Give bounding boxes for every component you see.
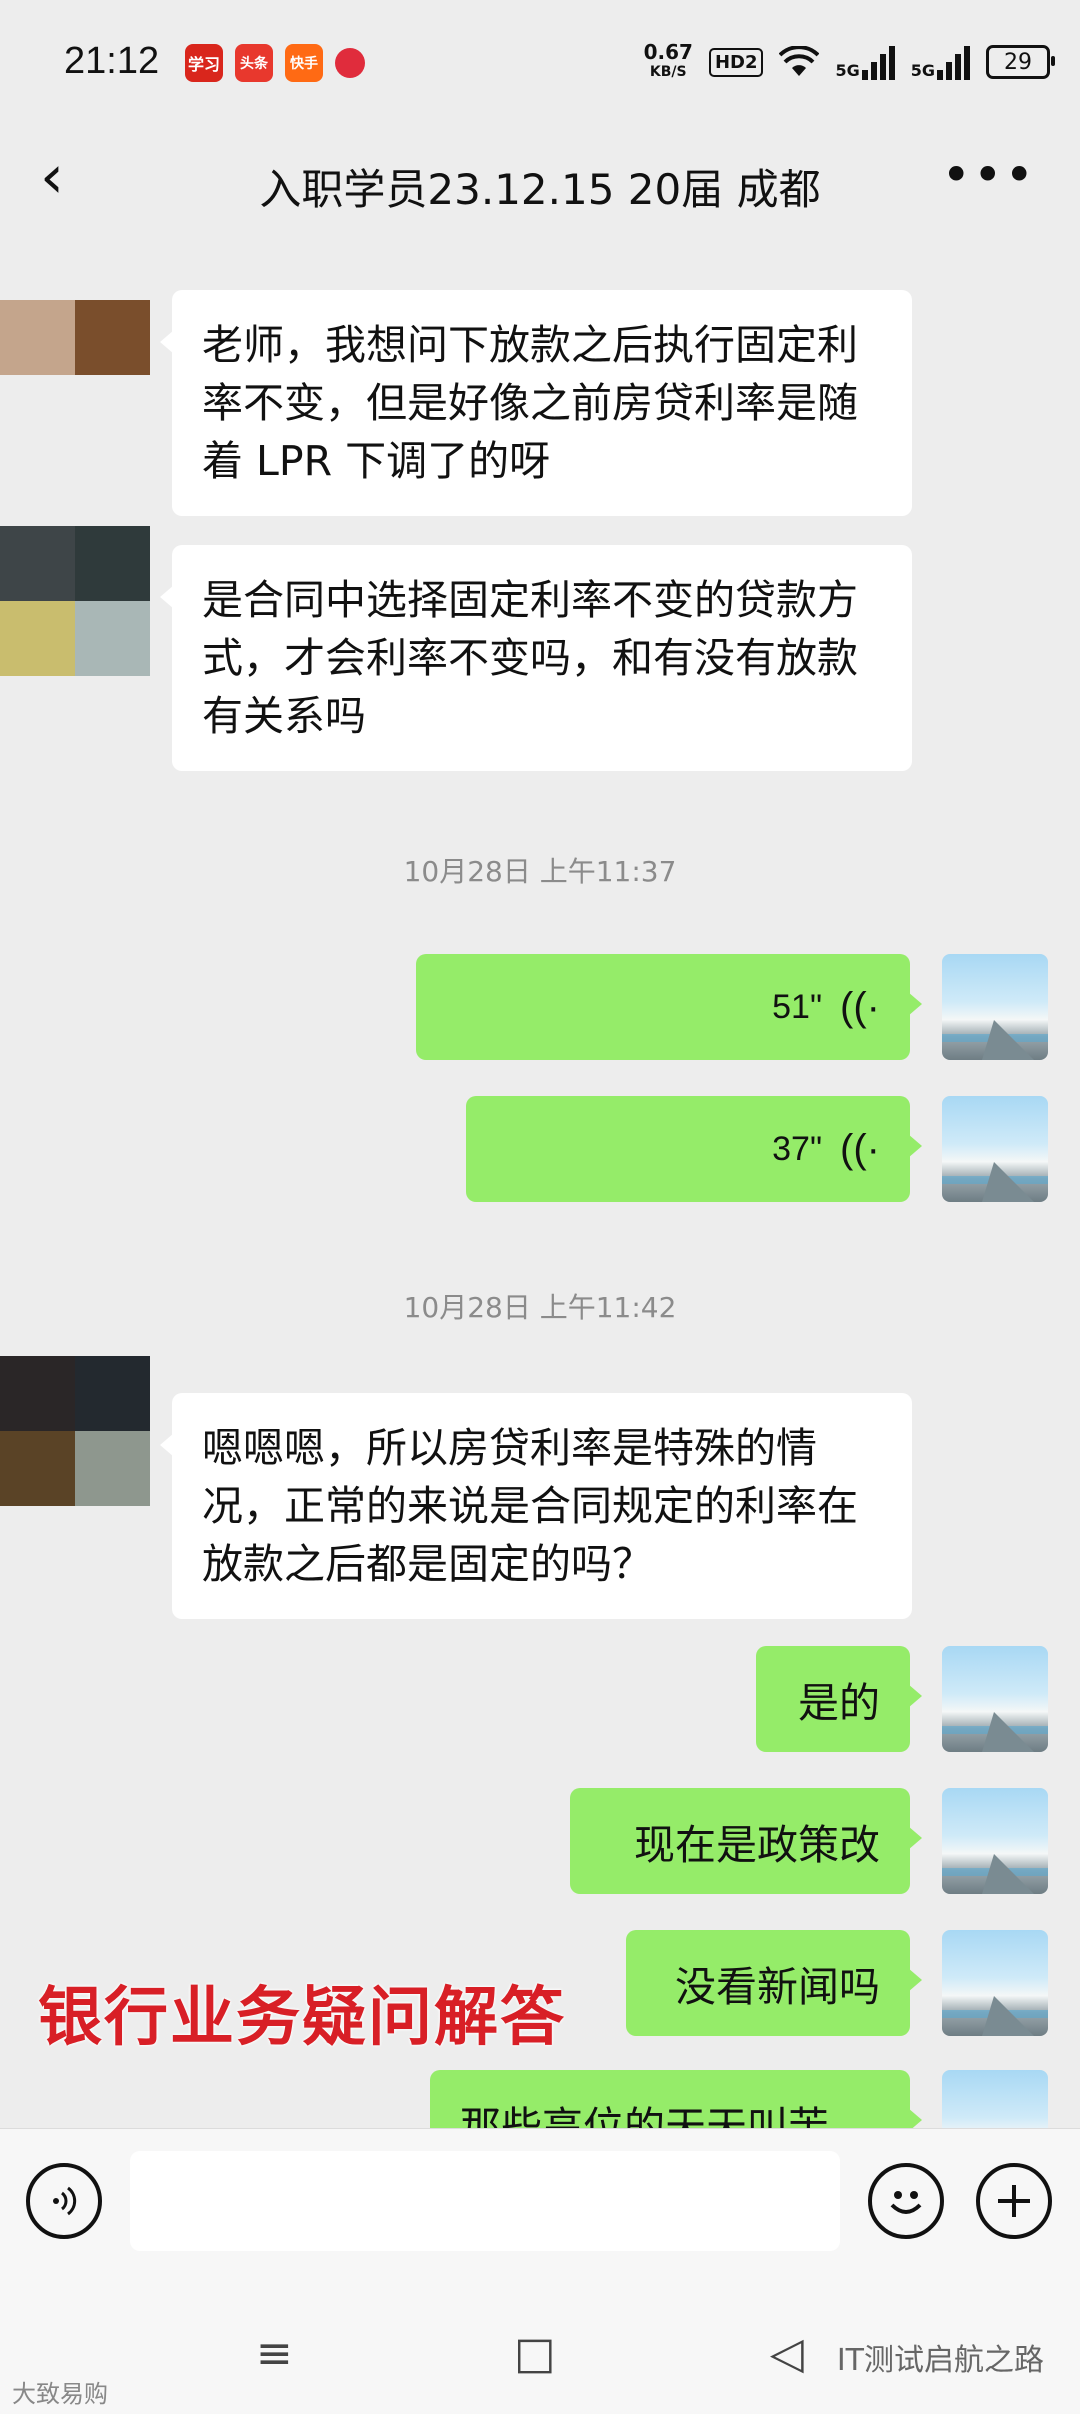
message-input[interactable] (130, 2151, 840, 2251)
avatar-self[interactable] (942, 2070, 1048, 2128)
voice-duration: 51" (772, 987, 823, 1026)
timestamp: 10月28日 上午11:37 (403, 855, 677, 888)
message-bubble-self[interactable]: 那些高位的天天叫苦 (430, 2070, 922, 2128)
network-speed: 0.67 KB/S (643, 40, 693, 80)
message-bubble-self[interactable]: 现在是政策改 (570, 1788, 922, 1894)
avatar[interactable] (0, 1356, 150, 1506)
message-bubble[interactable]: 老师，我想问下放款之后执行固定利率不变，但是好像之前房贷利率是随着 LPR 下调… (160, 290, 912, 516)
net-type-1: 5G (835, 61, 860, 80)
chat-title: 入职学员23.12.15 20届 成都 (259, 165, 821, 214)
watermark-right: IT测试启航之路 (836, 2343, 1044, 2378)
message-bubble[interactable]: 嗯嗯嗯，所以房贷利率是特殊的情况，正常的来说是合同规定的利率在放款之后都是固定的… (160, 1393, 912, 1619)
toutiao-app-icon: 头条 (235, 44, 273, 82)
voice-duration: 37" (772, 1129, 823, 1168)
clock: 21:12 (64, 40, 160, 82)
message-bubble[interactable]: 是合同中选择固定利率不变的贷款方式，才会利率不变吗，和有没有放款有关系吗 (160, 545, 912, 771)
voice-input-icon[interactable] (26, 2163, 102, 2239)
avatar-self[interactable] (942, 954, 1048, 1060)
voice-message[interactable]: 51" ((· (416, 954, 922, 1060)
kuaishou-app-icon: 快手 (285, 44, 323, 82)
avatar-self[interactable] (942, 1646, 1048, 1752)
notification-icons: 学习 头条 快手 (185, 44, 365, 82)
chat-header: ‹ 入职学员23.12.15 20届 成都 ••• (0, 130, 1080, 240)
more-options-icon[interactable]: ••• (942, 146, 1036, 204)
emoji-icon[interactable] (868, 2163, 944, 2239)
plus-icon[interactable] (976, 2163, 1052, 2239)
xuexi-app-icon: 学习 (185, 44, 223, 82)
hd-voice-icon: HD2 (708, 47, 764, 77)
avatar-self[interactable] (942, 1930, 1048, 2036)
clipped-area: 那些高位的天天叫苦 (0, 2070, 1080, 2128)
record-app-icon (335, 48, 365, 78)
overlay-caption: 银行业务疑问解答 (38, 1980, 566, 2055)
signal-icon-2 (937, 44, 970, 80)
avatar-self[interactable] (942, 1788, 1048, 1894)
avatar[interactable] (0, 526, 150, 676)
watermark-left: 大致易购 (12, 2380, 108, 2408)
voice-wave-icon: ((· (840, 984, 880, 1029)
wifi-icon (779, 46, 820, 76)
avatar-self[interactable] (942, 1096, 1048, 1202)
back-icon[interactable]: ◁ (770, 2328, 804, 2379)
voice-wave-icon: ((· (840, 1126, 880, 1171)
input-bar (0, 2128, 1080, 2289)
status-bar: 21:12 学习 头条 快手 0.67 KB/S HD2 5G 5G 29 (0, 0, 1080, 130)
net-type-2: 5G (910, 61, 935, 80)
home-icon[interactable]: □ (514, 2328, 556, 2379)
message-bubble-self[interactable]: 没看新闻吗 (626, 1930, 922, 2036)
timestamp: 10月28日 上午11:42 (403, 1291, 677, 1324)
signal-icon-1 (861, 44, 895, 80)
menu-icon[interactable]: ≡ (256, 2328, 293, 2379)
voice-message[interactable]: 37" ((· (466, 1096, 922, 1202)
message-bubble-self[interactable]: 是的 (756, 1646, 922, 1752)
avatar[interactable] (0, 300, 150, 450)
battery-icon: 29 (986, 45, 1055, 79)
